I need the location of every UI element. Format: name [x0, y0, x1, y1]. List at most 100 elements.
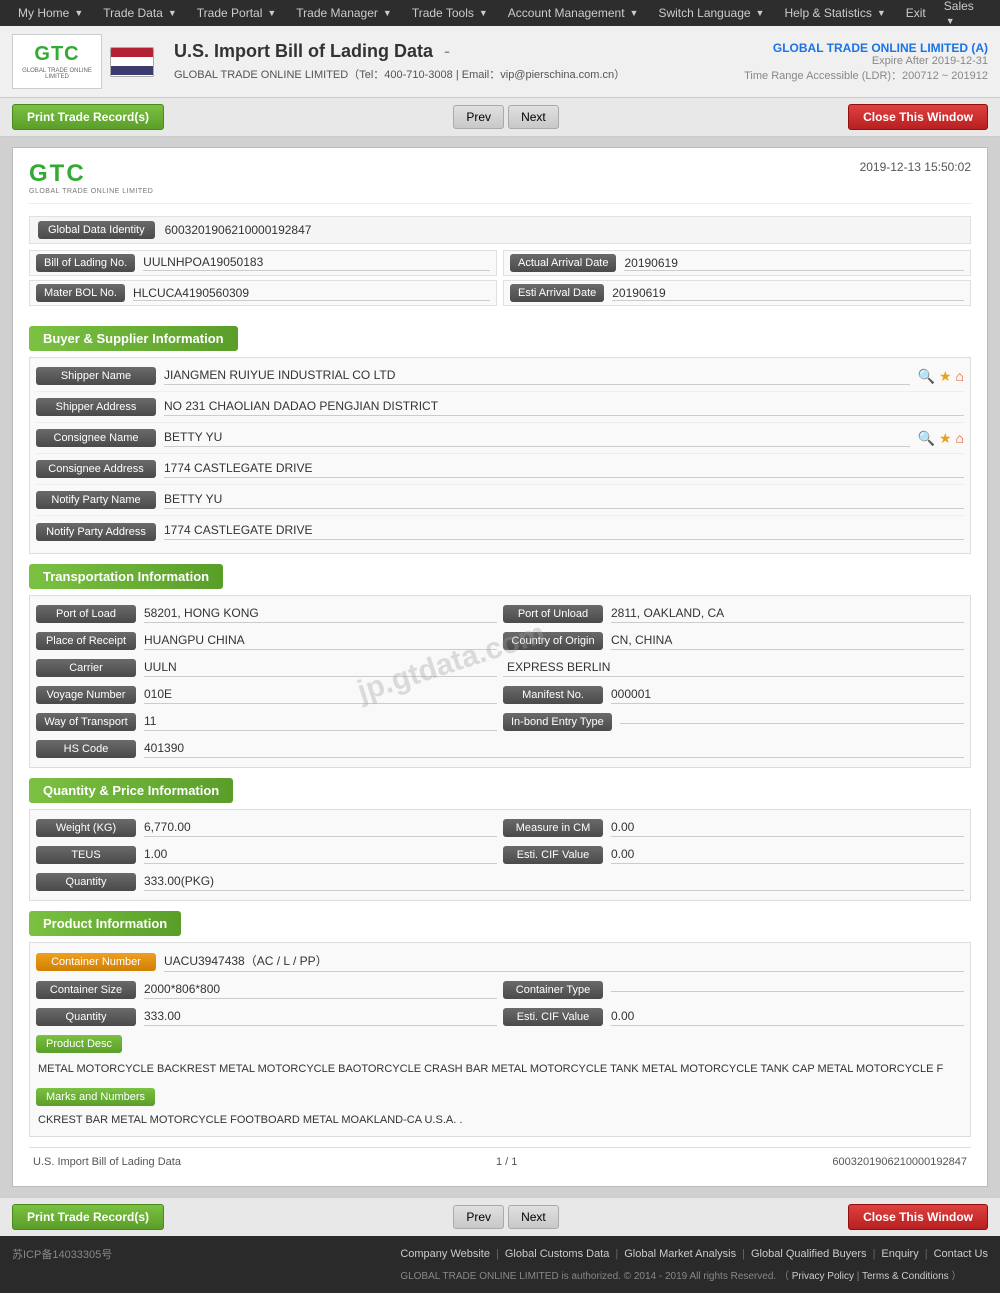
container-size-col: Container Size 2000*806*800 — [36, 978, 497, 1002]
consignee-home-icon[interactable]: ⌂ — [956, 430, 964, 447]
bol-no-value: UULNHPOA19050183 — [143, 255, 490, 271]
origin-value: CN, CHINA — [611, 633, 964, 650]
transport-col: Way of Transport 11 — [36, 710, 497, 734]
shipper-name-row: Shipper Name JIANGMEN RUIYUE INDUSTRIAL … — [36, 364, 964, 392]
consignee-address-row: Consignee Address 1774 CASTLEGATE DRIVE — [36, 457, 964, 485]
container-size-type-row: Container Size 2000*806*800 Container Ty… — [36, 978, 964, 1002]
weight-measure-row: Weight (KG) 6,770.00 Measure in CM 0.00 — [36, 816, 964, 840]
footer-global-customs[interactable]: Global Customs Data — [505, 1248, 610, 1260]
transport-value: 11 — [144, 714, 497, 731]
product-cif-value: 0.00 — [611, 1009, 964, 1026]
carrier-name-value: EXPRESS BERLIN — [503, 660, 964, 677]
bol-row: Bill of Lading No. UULNHPOA19050183 Actu… — [29, 250, 971, 276]
quantity-label: Quantity — [36, 873, 136, 891]
footer-privacy[interactable]: Privacy Policy — [792, 1271, 854, 1282]
nav-trade-data[interactable]: Trade Data▼ — [93, 2, 187, 24]
hs-code-value: 401390 — [144, 741, 964, 758]
port-unload-value: 2811, OAKLAND, CA — [611, 606, 964, 623]
next-button-bottom[interactable]: Next — [508, 1205, 559, 1229]
nav-my-home[interactable]: My Home▼ — [8, 2, 93, 24]
notify-party-address-value: 1774 CASTLEGATE DRIVE — [164, 523, 964, 540]
footer-enquiry[interactable]: Enquiry — [881, 1248, 918, 1260]
product-qty-value: 333.00 — [144, 1009, 497, 1026]
prev-button-top[interactable]: Prev — [453, 105, 504, 129]
container-size-value: 2000*806*800 — [144, 982, 497, 999]
nav-trade-tools[interactable]: Trade Tools▼ — [402, 2, 498, 24]
nav-sales[interactable]: Sales ▼ — [936, 0, 992, 31]
close-button-bottom[interactable]: Close This Window — [848, 1204, 988, 1230]
nav-exit[interactable]: Exit — [896, 2, 936, 24]
actual-arrival-row: Actual Arrival Date 20190619 — [503, 250, 971, 276]
quantity-row: Quantity 333.00(PKG) — [36, 870, 964, 894]
doc-logo-sub: GLOBAL TRADE ONLINE LIMITED — [29, 188, 153, 195]
shipper-address-label: Shipper Address — [36, 398, 156, 416]
notify-party-address-row: Notify Party Address 1774 CASTLEGATE DRI… — [36, 519, 964, 547]
measure-value: 0.00 — [611, 820, 964, 837]
product-qty-col: Quantity 333.00 — [36, 1005, 497, 1029]
footer-global-market[interactable]: Global Market Analysis — [624, 1248, 736, 1260]
buyer-supplier-box: Shipper Name JIANGMEN RUIYUE INDUSTRIAL … — [29, 357, 971, 554]
container-type-col: Container Type — [503, 978, 964, 1002]
prev-button-bottom[interactable]: Prev — [453, 1205, 504, 1229]
nav-help-statistics[interactable]: Help & Statistics▼ — [774, 2, 895, 24]
product-qty-cif-row: Quantity 333.00 Esti. CIF Value 0.00 — [36, 1005, 964, 1029]
measure-label: Measure in CM — [503, 819, 603, 837]
shipper-name-value: JIANGMEN RUIYUE INDUSTRIAL CO LTD — [164, 368, 910, 385]
global-identity-label: Global Data Identity — [38, 221, 155, 239]
transport-label: Way of Transport — [36, 713, 136, 731]
actual-arrival-value: 20190619 — [624, 256, 964, 271]
esti-arrival-row: Esti Arrival Date 20190619 — [503, 280, 971, 306]
mater-bol-label: Mater BOL No. — [36, 284, 125, 302]
doc-logo: GTC GLOBAL TRADE ONLINE LIMITED — [29, 160, 153, 195]
home-icon[interactable]: ⌂ — [956, 368, 964, 385]
main-content: jp.gtdata.com GTC GLOBAL TRADE ONLINE LI… — [0, 137, 1000, 1197]
measure-col: Measure in CM 0.00 — [503, 816, 964, 840]
star-icon[interactable]: ★ — [939, 368, 952, 385]
container-number-row: Container Number UACU3947438（AC / L / PP… — [36, 949, 964, 975]
search-icon[interactable]: 🔍 — [918, 368, 935, 385]
consignee-star-icon[interactable]: ★ — [939, 430, 952, 447]
esti-cif-label: Esti. CIF Value — [503, 846, 603, 864]
shipper-name-icons: 🔍 ★ ⌂ — [918, 368, 964, 385]
port-unload-label: Port of Unload — [503, 605, 603, 623]
manifest-label: Manifest No. — [503, 686, 603, 704]
footer-links-row: Company Website | Global Customs Data | … — [400, 1244, 988, 1264]
print-button-top[interactable]: Print Trade Record(s) — [12, 104, 164, 130]
next-button-top[interactable]: Next — [508, 105, 559, 129]
close-button-top[interactable]: Close This Window — [848, 104, 988, 130]
hs-code-label: HS Code — [36, 740, 136, 758]
notify-party-name-label: Notify Party Name — [36, 491, 156, 509]
origin-col: Country of Origin CN, CHINA — [503, 629, 964, 653]
header-bar: GTC GLOBAL TRADE ONLINE LIMITED U.S. Imp… — [0, 26, 1000, 98]
logo: GTC GLOBAL TRADE ONLINE LIMITED — [12, 34, 102, 89]
footer-global-buyers[interactable]: Global Qualified Buyers — [751, 1248, 867, 1260]
consignee-name-icons: 🔍 ★ ⌂ — [918, 430, 964, 447]
nav-trade-portal[interactable]: Trade Portal▼ — [187, 2, 287, 24]
footer-contact-us[interactable]: Contact Us — [934, 1248, 988, 1260]
nav-switch-language[interactable]: Switch Language▼ — [648, 2, 774, 24]
esti-arrival-value: 20190619 — [612, 286, 964, 301]
product-desc-label: Product Desc — [36, 1035, 122, 1053]
footer-company-website[interactable]: Company Website — [400, 1248, 490, 1260]
consignee-search-icon[interactable]: 🔍 — [918, 430, 935, 447]
nav-items: My Home▼ Trade Data▼ Trade Portal▼ Trade… — [8, 2, 936, 24]
mater-bol-row: Mater BOL No. HLCUCA4190560309 Esti Arri… — [29, 280, 971, 306]
footer-terms[interactable]: Terms & Conditions — [862, 1271, 949, 1282]
consignee-address-value: 1774 CASTLEGATE DRIVE — [164, 461, 964, 478]
account-info: GLOBAL TRADE ONLINE LIMITED (A) Expire A… — [744, 41, 988, 83]
receipt-col: Place of Receipt HUANGPU CHINA — [36, 629, 497, 653]
notify-party-name-value: BETTY YU — [164, 492, 964, 509]
marks-numbers-label: Marks and Numbers — [36, 1088, 155, 1106]
nav-trade-manager[interactable]: Trade Manager▼ — [286, 2, 402, 24]
container-number-label: Container Number — [36, 953, 156, 971]
print-button-bottom[interactable]: Print Trade Record(s) — [12, 1204, 164, 1230]
voyage-manifest-row: Voyage Number 010E Manifest No. 000001 — [36, 683, 964, 707]
transportation-section: Transportation Information Port of Load … — [29, 554, 971, 768]
port-unload-col: Port of Unload 2811, OAKLAND, CA — [503, 602, 964, 626]
bol-no-row: Bill of Lading No. UULNHPOA19050183 — [29, 250, 497, 276]
receipt-origin-row: Place of Receipt HUANGPU CHINA Country o… — [36, 629, 964, 653]
nav-account-management[interactable]: Account Management▼ — [498, 2, 649, 24]
origin-label: Country of Origin — [503, 632, 603, 650]
product-cif-col: Esti. CIF Value 0.00 — [503, 1005, 964, 1029]
buyer-supplier-section: Buyer & Supplier Information Shipper Nam… — [29, 316, 971, 554]
